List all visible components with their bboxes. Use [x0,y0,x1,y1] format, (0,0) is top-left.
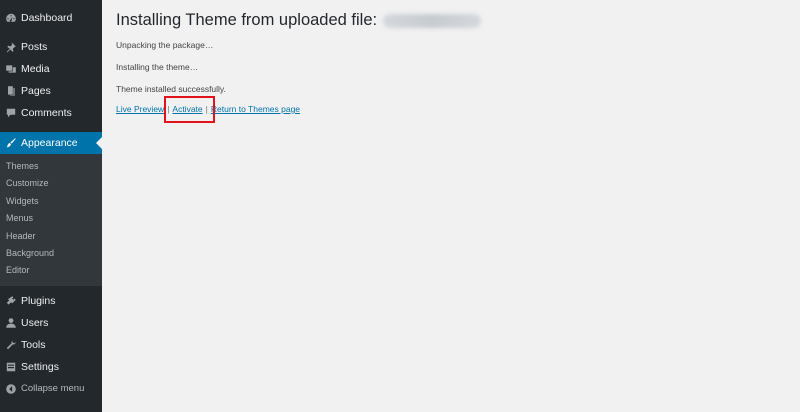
sidebar-label: Appearance [21,137,78,149]
sidebar-item-appearance[interactable]: Appearance [0,132,102,154]
sidebar-item-media[interactable]: Media [0,58,102,80]
sidebar-item-comments[interactable]: Comments [0,102,102,124]
dashboard-icon [4,12,17,25]
submenu-item-background[interactable]: Background [0,245,102,262]
status-message-installing: Installing the theme… [116,62,199,72]
live-preview-link[interactable]: Live Preview [116,104,164,114]
activate-highlight-box [164,96,215,123]
user-icon [4,316,17,329]
collapse-menu-button[interactable]: Collapse menu [0,378,102,400]
pushpin-icon [4,41,17,54]
page-title: Installing Theme from uploaded file: [116,11,800,30]
media-icon [4,63,17,76]
sidebar-label: Media [21,63,50,75]
submenu-item-editor[interactable]: Editor [0,262,102,279]
sidebar-item-dashboard[interactable]: Dashboard [0,7,102,29]
sidebar-label: Users [21,316,49,329]
submenu-item-menus[interactable]: Menus [0,210,102,227]
pages-icon [4,85,17,98]
paintbrush-icon [4,137,17,150]
sidebar-item-users[interactable]: Users [0,312,102,334]
sidebar-item-posts[interactable]: Posts [0,36,102,58]
collapse-label: Collapse menu [21,383,85,395]
sidebar-label: Pages [21,85,51,97]
main-content: Installing Theme from uploaded file: Unp… [102,0,800,412]
sidebar-label: Posts [21,41,48,53]
page-title-text: Installing Theme from uploaded file: [116,11,378,29]
sidebar-label: Plugins [21,294,56,307]
sidebar-item-plugins[interactable]: Plugins [0,290,102,312]
sidebar-item-pages[interactable]: Pages [0,80,102,102]
return-to-themes-link[interactable]: Return to Themes page [211,104,300,114]
admin-sidebar: Dashboard Posts Media Pages Comments App… [0,0,102,412]
appearance-submenu: Themes Customize Widgets Menus Header Ba… [0,154,102,286]
status-message-unpacking: Unpacking the package… [116,40,214,50]
comment-icon [4,107,17,120]
action-links: Live Preview | Activate | Return to Themes p… [116,96,800,123]
sidebar-label: Dashboard [21,12,73,24]
collapse-arrow-icon [4,382,17,395]
settings-icon [4,360,17,373]
sidebar-label: Comments [21,107,72,119]
wrench-icon [4,338,17,351]
blurred-filename [383,13,482,28]
submenu-item-customize[interactable]: Customize [0,175,102,192]
sidebar-item-settings[interactable]: Settings [0,356,102,378]
sidebar-label: Settings [21,360,59,373]
sidebar-item-tools[interactable]: Tools [0,334,102,356]
sidebar-label: Tools [21,338,46,351]
submenu-item-widgets[interactable]: Widgets [0,193,102,210]
status-message-success: Theme installed successfully. [116,84,226,94]
submenu-item-themes[interactable]: Themes [0,158,102,175]
plugin-icon [4,294,17,307]
submenu-item-header[interactable]: Header [0,228,102,245]
